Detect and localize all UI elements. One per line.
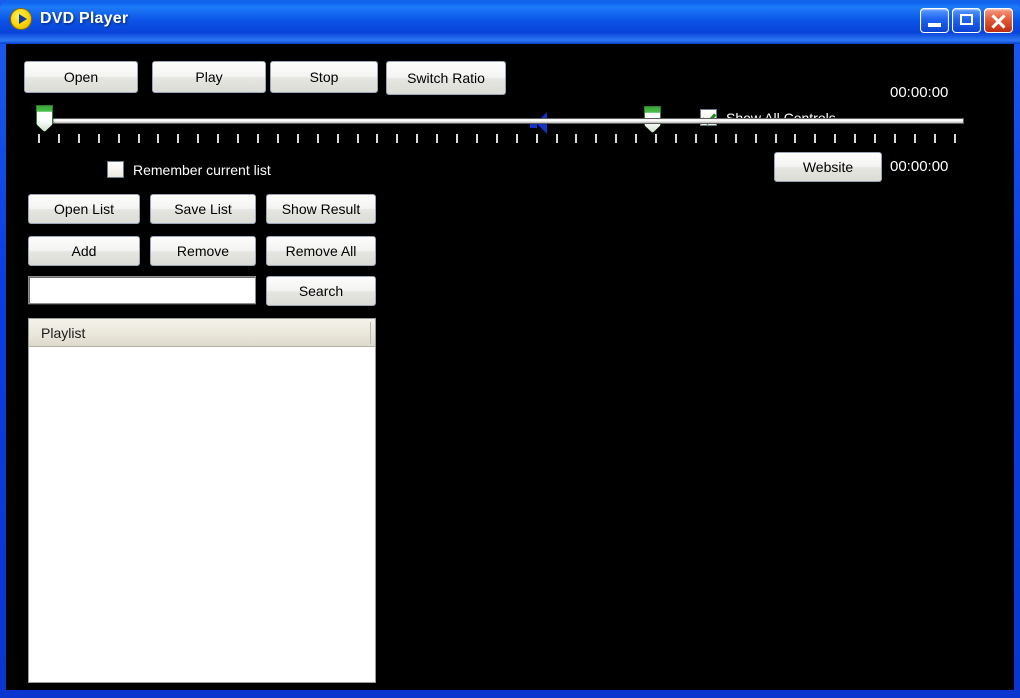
seek-tick xyxy=(476,134,478,143)
remove-button[interactable]: Remove xyxy=(150,236,256,266)
column-separator[interactable] xyxy=(370,322,371,344)
open-list-button[interactable]: Open List xyxy=(28,194,140,224)
seek-tick xyxy=(536,134,538,143)
seek-tick xyxy=(794,134,796,143)
remember-current-list-checkbox[interactable] xyxy=(107,161,124,178)
seek-tick xyxy=(894,134,896,143)
playlist-panel[interactable]: Playlist xyxy=(28,318,376,683)
seek-tick xyxy=(655,134,657,143)
playlist-column-header[interactable]: Playlist xyxy=(29,319,375,347)
window-title: DVD Player xyxy=(40,10,128,28)
seek-tick xyxy=(854,134,856,143)
seek-tick xyxy=(357,134,359,143)
seek-tick xyxy=(735,134,737,143)
seek-tick xyxy=(675,134,677,143)
seek-tick xyxy=(177,134,179,143)
seek-tick xyxy=(556,134,558,143)
seek-tick xyxy=(257,134,259,143)
remove-all-button[interactable]: Remove All xyxy=(266,236,376,266)
seek-tick xyxy=(874,134,876,143)
seek-tick xyxy=(297,134,299,143)
playlist-column-header-label: Playlist xyxy=(41,325,85,341)
play-circle-icon xyxy=(10,8,32,30)
seek-tick xyxy=(755,134,757,143)
title-bar[interactable]: DVD Player xyxy=(0,0,1020,44)
save-list-button[interactable]: Save List xyxy=(150,194,256,224)
seek-tick xyxy=(38,134,40,143)
seek-tick xyxy=(376,134,378,143)
dvd-player-window: DVD Player Open Play Stop Switch Ratio xyxy=(0,0,1020,698)
seek-slider-track[interactable] xyxy=(46,118,964,124)
seek-tick xyxy=(436,134,438,143)
close-button[interactable] xyxy=(984,8,1013,33)
seek-tick xyxy=(98,134,100,143)
stop-button[interactable]: Stop xyxy=(270,61,378,93)
playlist-items[interactable] xyxy=(29,347,375,682)
seek-tick xyxy=(496,134,498,143)
search-button[interactable]: Search xyxy=(266,276,376,306)
seek-tick xyxy=(914,134,916,143)
elapsed-timecode: 00:00:00 xyxy=(890,84,948,101)
seek-tick xyxy=(337,134,339,143)
seek-tick xyxy=(775,134,777,143)
seek-tick xyxy=(834,134,836,143)
seek-slider-thumb[interactable] xyxy=(36,105,53,132)
seek-tick xyxy=(575,134,577,143)
seek-tick xyxy=(715,134,717,143)
seek-tick xyxy=(78,134,80,143)
client-area: Open Play Stop Switch Ratio Show All Con… xyxy=(6,44,1014,690)
seek-tick xyxy=(456,134,458,143)
seek-tick xyxy=(934,134,936,143)
seek-tick xyxy=(317,134,319,143)
seek-tick xyxy=(157,134,159,143)
seek-tick xyxy=(615,134,617,143)
title-bar-left: DVD Player xyxy=(10,8,128,30)
total-timecode: 00:00:00 xyxy=(890,158,948,175)
play-button[interactable]: Play xyxy=(152,61,266,93)
seek-tick xyxy=(197,134,199,143)
seek-tick xyxy=(138,134,140,143)
seek-tick xyxy=(118,134,120,143)
maximize-button[interactable] xyxy=(952,8,981,33)
seek-tick xyxy=(954,134,956,143)
seek-tick xyxy=(516,134,518,143)
remember-current-list-label: Remember current list xyxy=(133,162,271,178)
add-button[interactable]: Add xyxy=(28,236,140,266)
seek-tick xyxy=(237,134,239,143)
remember-current-list-row[interactable]: Remember current list xyxy=(107,161,271,178)
switch-ratio-button[interactable]: Switch Ratio xyxy=(386,61,506,95)
show-result-button[interactable]: Show Result xyxy=(266,194,376,224)
seek-tick xyxy=(595,134,597,143)
seek-tick xyxy=(635,134,637,143)
seek-tick xyxy=(416,134,418,143)
seek-tick xyxy=(695,134,697,143)
seek-tick-marks xyxy=(38,134,956,143)
seek-tick xyxy=(277,134,279,143)
seek-tick xyxy=(58,134,60,143)
website-button[interactable]: Website xyxy=(774,152,882,182)
seek-tick xyxy=(814,134,816,143)
search-input[interactable] xyxy=(28,276,256,304)
open-button[interactable]: Open xyxy=(24,61,138,93)
seek-tick xyxy=(396,134,398,143)
minimize-button[interactable] xyxy=(920,8,949,33)
seek-tick xyxy=(217,134,219,143)
window-controls xyxy=(920,8,1013,33)
